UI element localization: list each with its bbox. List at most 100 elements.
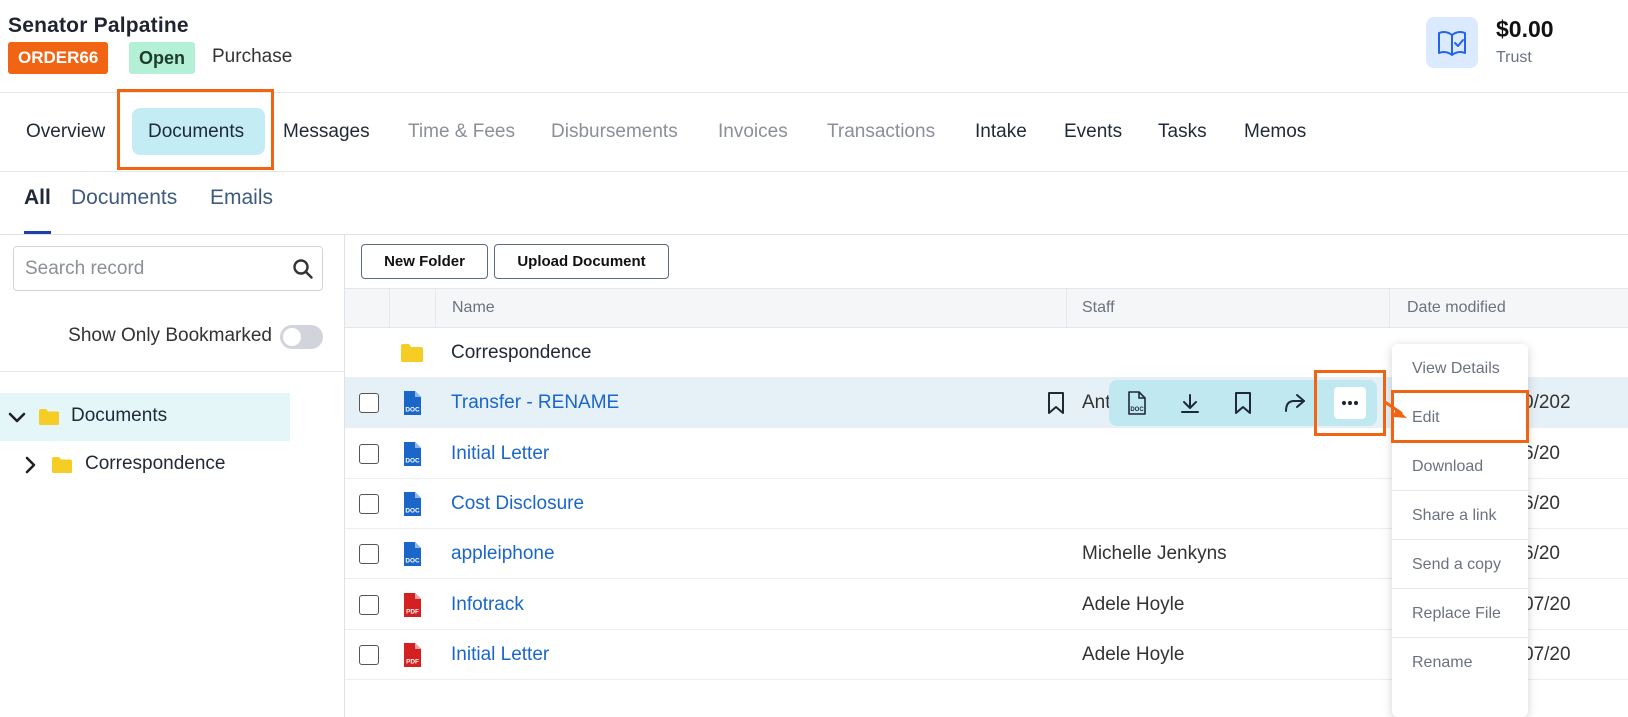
svg-text:PDF: PDF — [406, 659, 419, 666]
document-name-link[interactable]: Infotrack — [451, 594, 524, 616]
main-tabs: Overview Documents Messages Time & Fees … — [0, 92, 1628, 172]
search-record-box — [13, 246, 323, 291]
row-checkbox[interactable] — [359, 595, 379, 615]
row-checkbox[interactable] — [359, 393, 379, 413]
arrow-pointer-icon — [1383, 400, 1407, 418]
status-badge: Open — [129, 42, 196, 74]
search-input[interactable] — [14, 247, 284, 290]
client-name: Senator Palpatine — [8, 14, 189, 37]
show-bookmarked-toggle[interactable] — [280, 325, 323, 349]
menu-item-replace-file[interactable]: Replace File — [1392, 589, 1528, 638]
tree-item-documents[interactable]: Documents — [0, 393, 290, 441]
svg-text:DOC: DOC — [405, 508, 420, 515]
document-name-link[interactable]: Initial Letter — [451, 644, 549, 666]
tab-overview[interactable]: Overview — [26, 93, 105, 171]
row-checkbox[interactable] — [359, 494, 379, 514]
tab-transactions[interactable]: Transactions — [827, 93, 935, 171]
column-header-date-modified[interactable]: Date modified — [1390, 289, 1628, 327]
date-modified: 6/20 — [1523, 493, 1560, 514]
svg-text:PDF: PDF — [406, 609, 419, 616]
folder-icon — [39, 409, 59, 425]
folder-icon — [52, 457, 72, 473]
date-modified: 6/20 — [1523, 443, 1560, 464]
matter-type: Purchase — [212, 46, 293, 67]
doc-file-icon[interactable]: DOC — [1123, 389, 1151, 417]
svg-text:DOC: DOC — [1130, 407, 1144, 413]
menu-item-rename[interactable]: Rename — [1392, 638, 1528, 687]
column-header-label: Name — [452, 299, 495, 316]
order-badge: ORDER66 — [8, 42, 109, 74]
tab-disbursements[interactable]: Disbursements — [551, 93, 678, 171]
matter-header: Senator Palpatine ORDER66 Open Purchase … — [0, 0, 1628, 92]
more-icon[interactable] — [1334, 387, 1366, 419]
staff-name: Michelle Jenkyns — [1082, 543, 1227, 564]
column-header-name[interactable]: Name — [436, 289, 1067, 327]
doc-file-icon: DOC — [404, 391, 421, 415]
date-modified: 07/20 — [1523, 644, 1571, 665]
documents-toolbar: New Folder Upload Document — [345, 235, 1628, 288]
menu-item-share-link[interactable]: Share a link — [1392, 491, 1528, 540]
doc-file-icon: DOC — [404, 492, 421, 516]
document-name-link[interactable]: Correspondence — [451, 342, 591, 364]
svg-text:DOC: DOC — [405, 407, 420, 414]
tree-item-label: Documents — [71, 405, 168, 426]
new-folder-button[interactable]: New Folder — [361, 244, 488, 279]
tab-memos[interactable]: Memos — [1244, 93, 1306, 171]
document-name-link[interactable]: Initial Letter — [451, 443, 549, 465]
row-checkbox[interactable] — [359, 645, 379, 665]
tab-intake[interactable]: Intake — [975, 93, 1027, 171]
subtab-documents[interactable]: Documents — [71, 186, 177, 210]
upload-document-button[interactable]: Upload Document — [494, 244, 669, 279]
svg-text:DOC: DOC — [405, 558, 420, 565]
doc-file-icon: DOC — [404, 542, 421, 566]
svg-text:DOC: DOC — [405, 458, 420, 465]
header-icon-cell — [390, 289, 436, 327]
menu-item-send-copy[interactable]: Send a copy — [1392, 540, 1528, 589]
subtab-underline — [24, 231, 51, 234]
sub-tabs: All Documents Emails — [0, 172, 1628, 235]
folder-icon — [401, 344, 423, 362]
document-name-link[interactable]: appleiphone — [451, 543, 555, 565]
folder-tree-panel: Show Only Bookmarked Documents Correspon… — [0, 235, 345, 717]
date-modified: 0/202 — [1523, 392, 1571, 413]
tree-item-correspondence[interactable]: Correspondence — [0, 441, 290, 489]
row-action-bar: DOC — [1109, 380, 1377, 426]
column-header-staff[interactable]: Staff — [1067, 289, 1390, 327]
trust-amount: $0.00 — [1496, 16, 1554, 42]
search-icon[interactable] — [292, 258, 314, 280]
chevron-right-icon[interactable] — [20, 455, 40, 475]
book-check-icon[interactable] — [1426, 17, 1478, 68]
doc-file-icon: DOC — [404, 442, 421, 466]
staff-name: Ant — [1082, 392, 1111, 413]
tab-time-fees[interactable]: Time & Fees — [408, 93, 515, 171]
chevron-down-icon[interactable] — [7, 407, 27, 427]
tab-documents[interactable]: Documents — [148, 93, 244, 171]
document-name-link[interactable]: Cost Disclosure — [451, 493, 584, 515]
row-checkbox[interactable] — [359, 444, 379, 464]
row-checkbox[interactable] — [359, 544, 379, 564]
tab-events[interactable]: Events — [1064, 93, 1122, 171]
pdf-file-icon: PDF — [404, 643, 421, 667]
show-bookmarked-label: Show Only Bookmarked — [68, 325, 272, 346]
header-checkbox-cell — [345, 289, 390, 327]
table-header: Name Staff Date modified — [345, 288, 1628, 328]
tab-invoices[interactable]: Invoices — [718, 93, 788, 171]
bookmark-icon[interactable] — [1045, 390, 1067, 416]
toggle-knob — [283, 328, 301, 346]
trust-label: Trust — [1496, 49, 1532, 66]
date-modified: 07/20 — [1523, 594, 1571, 615]
tab-messages[interactable]: Messages — [283, 93, 370, 171]
share-icon[interactable] — [1281, 389, 1309, 417]
subtab-emails[interactable]: Emails — [210, 186, 273, 210]
document-name-link[interactable]: Transfer - RENAME — [451, 392, 619, 414]
tree-item-label: Correspondence — [85, 453, 226, 474]
menu-item-download[interactable]: Download — [1392, 442, 1528, 491]
staff-name: Adele Hoyle — [1082, 594, 1185, 615]
menu-item-view-details[interactable]: View Details — [1392, 344, 1528, 393]
subtab-all[interactable]: All — [24, 186, 51, 210]
tab-tasks[interactable]: Tasks — [1158, 93, 1207, 171]
date-modified: 6/20 — [1523, 543, 1560, 564]
staff-name: Adele Hoyle — [1082, 644, 1185, 665]
bookmark-icon[interactable] — [1229, 389, 1257, 417]
download-icon[interactable] — [1176, 389, 1204, 417]
